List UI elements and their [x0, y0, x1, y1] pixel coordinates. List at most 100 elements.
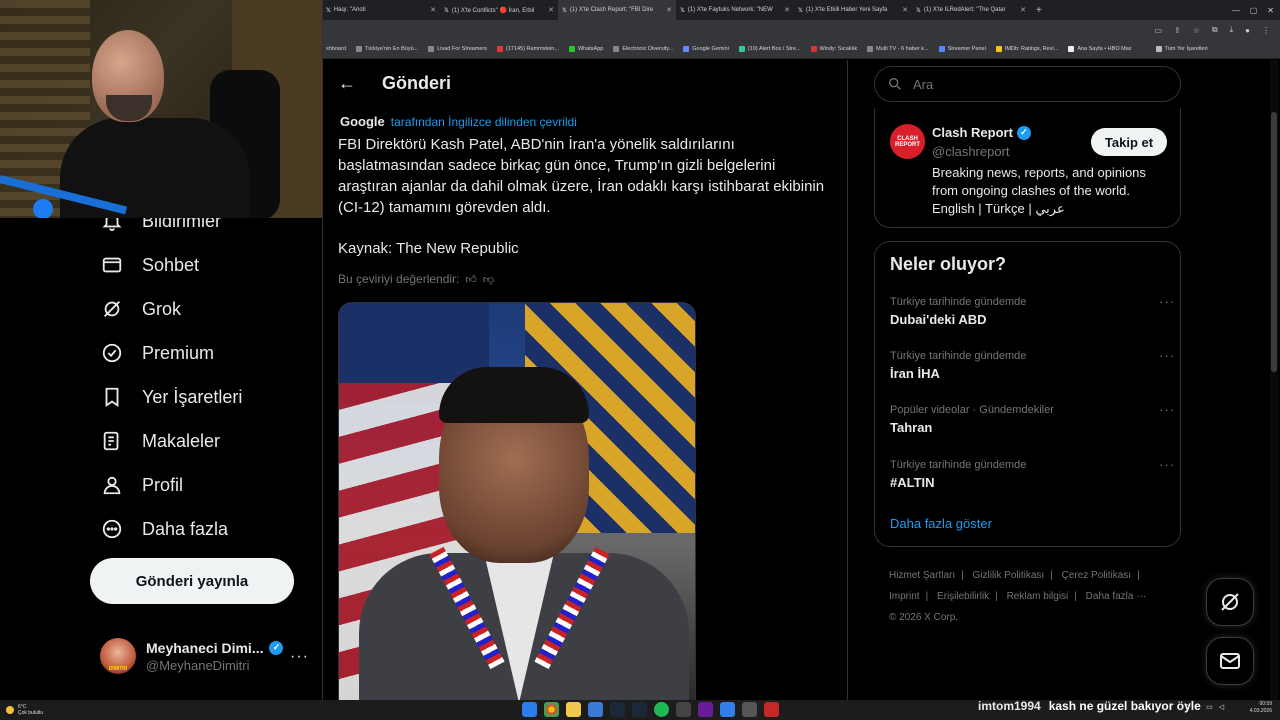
star-icon[interactable]: ☆ — [1193, 26, 1200, 35]
browser-tab[interactable]: 𝕏 (1) X'te Faytuks Network: "NEW ✕ — [676, 0, 794, 20]
trend-item[interactable]: Türkiye tarihinde gündemde İran İHA ··· — [890, 348, 1175, 381]
bookmark-item[interactable]: (17145) Rammstein... — [497, 46, 559, 52]
chrome-icon[interactable] — [544, 702, 559, 717]
app-icon[interactable] — [742, 702, 757, 717]
footer-link[interactable]: Çerez Politikası — [1062, 570, 1131, 581]
show-more-link[interactable]: Daha fazla göster — [890, 516, 992, 531]
search-input[interactable]: Ara — [874, 66, 1181, 102]
more-options-icon[interactable]: ··· — [1159, 348, 1175, 363]
footer-link[interactable]: Erişilebilirlik — [937, 591, 989, 602]
post-image[interactable] — [338, 302, 696, 700]
bookmark-item[interactable]: WhatsApp — [568, 46, 603, 52]
more-options-icon[interactable]: ··· — [290, 648, 309, 666]
bookmark-item[interactable]: IMDb: Ratings, Revi... — [995, 46, 1058, 52]
footer-link[interactable]: Reklam bilgisi — [1007, 591, 1069, 602]
spotify-icon[interactable] — [654, 702, 669, 717]
close-icon[interactable]: ✕ — [666, 6, 672, 14]
rate-translation: Bu çeviriyi değerlendir: 👍︎ 👎︎ — [338, 272, 495, 286]
more-options-icon[interactable]: ··· — [1159, 294, 1175, 309]
sidebar-item-profile[interactable]: Profil — [100, 470, 183, 500]
more-options-icon[interactable]: ··· — [1159, 402, 1175, 417]
footer-link[interactable]: Imprint — [889, 591, 920, 602]
bookmark-item[interactable]: Electronic Diversity... — [613, 46, 673, 52]
browser-tab[interactable]: 𝕏 (1) X'te Conflicts" 🔴 İran, Erbil ✕ — [440, 0, 558, 20]
scrollbar-thumb[interactable] — [1271, 112, 1277, 372]
account-switcher[interactable]: DIMITRI Meyhaneci Dimi... ✓ @MeyhaneDimit… — [100, 636, 310, 676]
browser-tab[interactable]: 𝕏 (1) X'te ILRedAlert: "The Qatar ✕ — [912, 0, 1030, 20]
app-icon[interactable] — [632, 702, 647, 717]
follow-button[interactable]: Takip et — [1091, 128, 1167, 156]
display-icon[interactable]: ▭ — [1206, 703, 1213, 711]
bookmark-item[interactable]: Google Gemini — [683, 46, 729, 52]
thumbs-down-icon[interactable]: 👎︎ — [483, 273, 494, 286]
more-circle-icon — [100, 517, 124, 541]
post-button[interactable]: Gönderi yayınla — [90, 558, 294, 604]
app-icon[interactable] — [764, 702, 779, 717]
weather-widget[interactable]: 6°C Çok bulutlu — [0, 704, 43, 716]
bookmark-item[interactable]: Windy: Sıcaklık — [810, 46, 857, 52]
bookmark-item[interactable]: Türkiye'nin En Büyü... — [355, 46, 418, 52]
volume-icon[interactable]: ◁ — [1219, 703, 1224, 711]
chevron-up-icon[interactable]: ⌃ — [1184, 703, 1190, 711]
bookmark-item[interactable]: Streamer Panel — [938, 46, 986, 52]
trend-item[interactable]: Türkiye tarihinde gündemde #ALTIN ··· — [890, 457, 1175, 490]
app-icon[interactable] — [720, 702, 735, 717]
windows-start-icon[interactable] — [522, 702, 537, 717]
account-name[interactable]: Clash Report ✓ — [932, 125, 1031, 140]
footer-link[interactable]: Gizlilik Politikası — [973, 570, 1045, 581]
trend-item[interactable]: Popüler videolar · Gündemdekiler Tahran … — [890, 402, 1175, 435]
bookmark-item[interactable]: Multi TV - 6 haber k... — [867, 46, 929, 52]
sidebar-item-chat[interactable]: Sohbet — [100, 250, 199, 280]
avatar[interactable]: CLASH REPORT — [890, 124, 925, 159]
file-explorer-icon[interactable] — [566, 702, 581, 717]
wifi-icon[interactable]: ◔ — [1196, 704, 1200, 711]
messages-fab-button[interactable] — [1206, 637, 1254, 685]
sidebar-item-articles[interactable]: Makaleler — [100, 426, 220, 456]
trend-item[interactable]: Türkiye tarihinde gündemde Dubai'deki AB… — [890, 294, 1175, 327]
browser-tab-active[interactable]: 𝕏 (1) X'te Clash Report: "FBI Dire ✕ — [558, 0, 676, 20]
all-bookmarks[interactable]: Tüm Yer İşaretleri — [1155, 46, 1208, 52]
downloads-icon[interactable]: ⤓ — [1230, 25, 1234, 35]
close-icon[interactable]: ✕ — [548, 6, 554, 14]
sidebar-item-grok[interactable]: Grok — [100, 294, 181, 324]
bookmark-item[interactable]: shboard — [326, 46, 346, 52]
bookmark-item[interactable]: Livad For Streamers — [428, 46, 487, 52]
bookmark-item[interactable]: Ana Sayfa • HBO Max — [1068, 46, 1132, 52]
steam-icon[interactable] — [610, 702, 625, 717]
bookmark-favicon-icon — [1068, 46, 1075, 52]
translation-link[interactable]: tarafından İngilizce dilinden çevrildi — [391, 115, 577, 129]
cast-icon[interactable]: ▭ — [1154, 26, 1162, 35]
system-clock[interactable]: 00:59 4.03.2026 — [1242, 701, 1272, 715]
sidebar-item-more[interactable]: Daha fazla — [100, 514, 228, 544]
sidebar-item-premium[interactable]: Premium — [100, 338, 214, 368]
bookmark-item[interactable]: (19) Alert Box / Stre... — [738, 46, 801, 52]
app-icon[interactable] — [698, 702, 713, 717]
folder-icon — [1155, 46, 1162, 52]
menu-icon[interactable]: ⋮ — [1262, 26, 1270, 35]
close-window-icon[interactable]: ✕ — [1267, 6, 1274, 15]
new-tab-icon[interactable]: + — [1036, 5, 1042, 16]
maximize-icon[interactable]: ▢ — [1250, 6, 1258, 15]
post-header: ← Gönderi — [324, 60, 847, 106]
thumbs-up-icon[interactable]: 👍︎ — [465, 273, 477, 286]
close-icon[interactable]: ✕ — [784, 6, 790, 14]
browser-tab[interactable]: 𝕏 Haqı: "Anoti ✕ — [322, 0, 440, 20]
extensions-icon[interactable]: ⧉ — [1212, 25, 1218, 35]
app-icon[interactable] — [588, 702, 603, 717]
profile-icon[interactable]: ● — [1245, 26, 1250, 35]
sidebar-item-bookmarks[interactable]: Yer İşaretleri — [100, 382, 242, 412]
footer-link[interactable]: Hizmet Şartları — [889, 570, 955, 581]
close-icon[interactable]: ✕ — [430, 6, 436, 14]
app-icon[interactable] — [676, 702, 691, 717]
more-options-icon[interactable]: ··· — [1159, 457, 1175, 472]
back-arrow-icon[interactable]: ← — [338, 73, 358, 94]
close-icon[interactable]: ✕ — [1020, 6, 1026, 14]
footer-link[interactable]: Daha fazla ··· — [1086, 591, 1147, 602]
taskbar-apps — [522, 702, 779, 717]
share-icon[interactable]: ⇪ — [1174, 26, 1181, 35]
close-icon[interactable]: ✕ — [902, 6, 908, 14]
youtube-icon — [497, 46, 504, 52]
minimize-icon[interactable]: — — [1232, 6, 1240, 15]
browser-tab[interactable]: 𝕏 (1) X'te Etkili Haber Yeni Sayfa ✕ — [794, 0, 912, 20]
grok-fab-button[interactable] — [1206, 578, 1254, 626]
